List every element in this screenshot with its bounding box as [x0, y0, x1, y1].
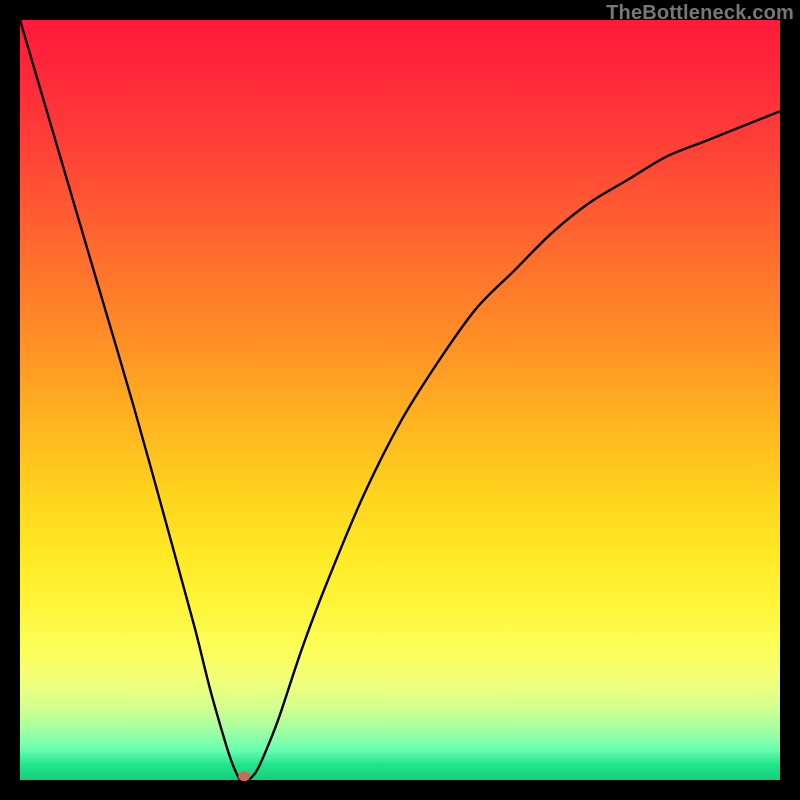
optimal-point-marker	[238, 771, 250, 781]
bottleneck-curve	[20, 20, 780, 781]
chart-frame: TheBottleneck.com	[0, 0, 800, 800]
curve-svg	[20, 20, 780, 780]
plot-area	[20, 20, 780, 780]
